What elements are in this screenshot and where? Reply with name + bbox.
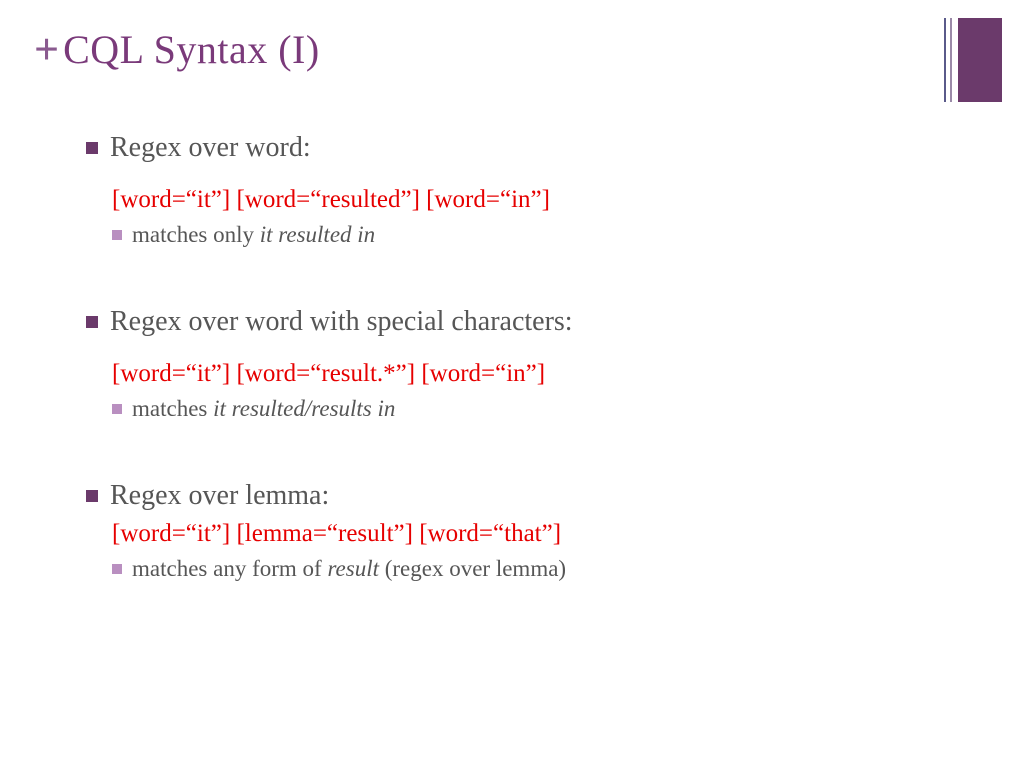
bullet-icon (86, 142, 98, 154)
section-heading: Regex over lemma: (86, 480, 944, 512)
match-prefix: matches (132, 396, 213, 421)
match-description: matches only it resulted in (112, 222, 944, 248)
match-italic: it resulted in (260, 222, 375, 247)
decoration-line (944, 18, 946, 102)
match-prefix: matches only (132, 222, 260, 247)
match-text: matches only it resulted in (132, 222, 375, 248)
match-text: matches any form of result (regex over l… (132, 556, 566, 582)
match-text: matches it resulted/results in (132, 396, 395, 422)
section-heading: Regex over word with special characters: (86, 306, 944, 338)
match-italic: result (327, 556, 379, 581)
slide-title: CQL Syntax (I) (63, 26, 320, 73)
bullet-icon (86, 490, 98, 502)
corner-decoration (944, 18, 1002, 102)
section-regex-word: Regex over word: [word=“it”] [word=“resu… (86, 132, 944, 248)
section-heading: Regex over word: (86, 132, 944, 164)
section-regex-special: Regex over word with special characters:… (86, 306, 944, 422)
slide-content: Regex over word: [word=“it”] [word=“resu… (86, 132, 944, 582)
decoration-block (958, 18, 1002, 102)
bullet-icon (112, 230, 122, 240)
heading-text: Regex over word: (110, 132, 311, 164)
section-regex-lemma: Regex over lemma: [word=“it”] [lemma=“re… (86, 480, 944, 582)
plus-icon: + (34, 24, 59, 75)
bullet-icon (112, 564, 122, 574)
match-italic: it resulted/results in (213, 396, 395, 421)
code-example: [word=“it”] [word=“result.*”] [word=“in”… (112, 360, 944, 388)
bullet-icon (112, 404, 122, 414)
heading-text: Regex over lemma: (110, 480, 329, 512)
code-example: [word=“it”] [word=“resulted”] [word=“in”… (112, 186, 944, 214)
heading-text: Regex over word with special characters: (110, 306, 573, 338)
bullet-icon (86, 316, 98, 328)
match-suffix: (regex over lemma) (379, 556, 566, 581)
code-example: [word=“it”] [lemma=“result”] [word=“that… (112, 520, 944, 548)
slide-title-row: + CQL Syntax (I) (34, 24, 320, 75)
match-description: matches it resulted/results in (112, 396, 944, 422)
match-description: matches any form of result (regex over l… (112, 556, 944, 582)
decoration-line (950, 18, 952, 102)
match-prefix: matches any form of (132, 556, 327, 581)
